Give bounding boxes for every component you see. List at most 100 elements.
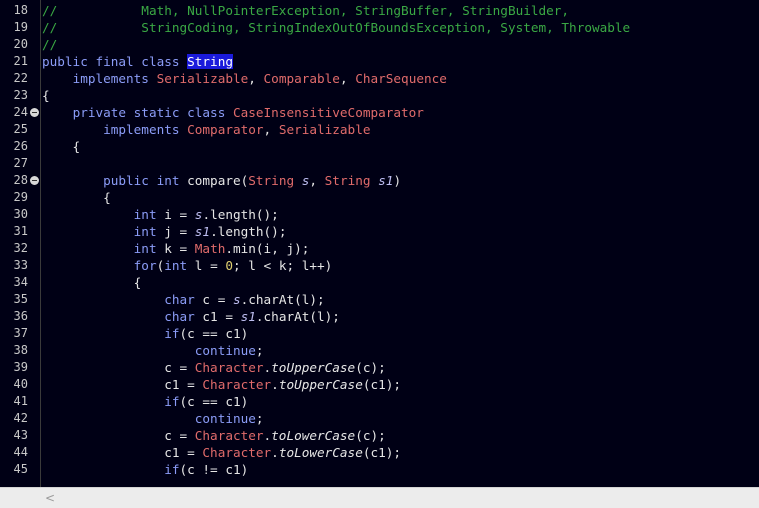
code-line[interactable]: // <box>42 36 57 53</box>
code-line[interactable]: public final class String <box>42 53 233 70</box>
code-token: Character <box>194 360 264 375</box>
code-token: char <box>164 309 203 324</box>
code-line[interactable]: char c1 = s1.charAt(l); <box>42 308 340 325</box>
code-token: .min(i, j); <box>225 241 310 256</box>
code-line[interactable]: for(int l = 0; l < k; l++) <box>42 257 333 274</box>
code-line[interactable]: { <box>42 87 50 104</box>
fold-collapse-icon[interactable] <box>30 176 39 185</box>
line-number: 22 <box>13 71 28 85</box>
code-line[interactable]: // Math, NullPointerException, StringBuf… <box>42 2 569 19</box>
code-token: implements <box>72 71 157 86</box>
code-editor[interactable]: 18 19 20 21 22 23 24 25 26 27 28 29 30 31 32 33 34 35 36 37… <box>0 0 759 487</box>
code-line[interactable]: c1 = Character.toLowerCase(c1); <box>42 444 401 461</box>
code-token: toLowerCase <box>271 428 356 443</box>
code-token: Character <box>202 377 272 392</box>
code-token: if <box>164 462 180 477</box>
code-token: k = <box>164 241 195 256</box>
code-line[interactable]: private static class CaseInsensitiveComp… <box>42 104 424 121</box>
code-line[interactable]: char c = s.charAt(l); <box>42 291 324 308</box>
code-token: if <box>164 326 180 341</box>
code-token: int <box>133 241 165 256</box>
line-number: 24 <box>13 105 28 119</box>
code-token: s <box>232 292 241 307</box>
code-line[interactable]: int k = Math.min(i, j); <box>42 240 310 257</box>
line-number: 36 <box>13 309 28 323</box>
code-line[interactable]: if(c != c1) <box>42 461 248 478</box>
code-token: char <box>164 292 203 307</box>
code-line[interactable]: public int compare(String s, String s1) <box>42 172 401 189</box>
line-number: 32 <box>13 241 28 255</box>
code-token: . <box>271 377 279 392</box>
code-token: String <box>324 173 379 188</box>
line-number-gutter: 18 19 20 21 22 23 24 25 26 27 28 29 30 31 32 33 34 35 36 37… <box>0 0 40 487</box>
code-line[interactable]: if(c == c1) <box>42 325 248 342</box>
horizontal-scrollbar[interactable]: < <box>0 487 759 508</box>
code-token: i = <box>164 207 195 222</box>
code-token: (c != c1) <box>179 462 249 477</box>
code-token: CaseInsensitiveComparator <box>232 105 424 120</box>
line-number: 26 <box>13 139 28 153</box>
code-token: c1 = <box>42 377 203 392</box>
code-token: toUpperCase <box>271 360 356 375</box>
code-token: c = <box>202 292 233 307</box>
code-token: ) <box>393 173 402 188</box>
code-token: continue <box>194 411 256 426</box>
gutter-divider <box>40 0 41 487</box>
code-line[interactable]: if(c == c1) <box>42 393 248 410</box>
code-line[interactable]: c1 = Character.toUpperCase(c1); <box>42 376 401 393</box>
code-token: c1 = <box>42 445 203 460</box>
code-token: Math <box>194 241 226 256</box>
code-token: // Math, NullPointerException, StringBuf… <box>42 3 570 18</box>
code-token: int <box>133 207 165 222</box>
line-number: 45 <box>13 462 28 476</box>
code-token: { <box>42 275 142 290</box>
code-token: c = <box>42 360 195 375</box>
code-line[interactable]: // StringCoding, StringIndexOutOfBoundsE… <box>42 19 630 36</box>
code-token: , <box>263 122 279 137</box>
code-token: Serializable <box>278 122 371 137</box>
line-number: 29 <box>13 190 28 204</box>
code-token: ; <box>255 411 264 426</box>
line-number: 38 <box>13 343 28 357</box>
code-token: // <box>42 37 58 52</box>
code-token: .charAt(l); <box>255 309 340 324</box>
line-number: 40 <box>13 377 28 391</box>
code-token: c1 = <box>202 309 241 324</box>
code-line[interactable]: int j = s1.length(); <box>42 223 287 240</box>
fold-collapse-icon[interactable] <box>30 108 39 117</box>
code-line[interactable]: implements Serializable, Comparable, Cha… <box>42 70 447 87</box>
line-number: 42 <box>13 411 28 425</box>
code-token: Character <box>194 428 264 443</box>
code-line[interactable]: { <box>42 189 111 206</box>
code-token: .length(); <box>210 224 287 239</box>
code-token: j = <box>164 224 195 239</box>
line-number: 33 <box>13 258 28 272</box>
line-number: 31 <box>13 224 28 238</box>
code-token: toLowerCase <box>278 445 363 460</box>
code-token: { <box>42 190 111 205</box>
code-line[interactable]: c = Character.toUpperCase(c); <box>42 359 386 376</box>
code-line[interactable]: { <box>42 274 142 291</box>
code-line[interactable]: c = Character.toLowerCase(c); <box>42 427 386 444</box>
code-token: s1 <box>240 309 256 324</box>
code-line[interactable]: int i = s.length(); <box>42 206 279 223</box>
line-number: 39 <box>13 360 28 374</box>
scroll-left-arrow-icon[interactable]: < <box>42 489 58 507</box>
code-token: (c == c1) <box>179 326 249 341</box>
code-token: s1 <box>194 224 211 239</box>
code-line[interactable]: implements Comparator, Serializable <box>42 121 370 138</box>
code-line[interactable]: { <box>42 138 81 155</box>
line-number: 34 <box>13 275 28 289</box>
code-line[interactable]: continue; <box>42 410 264 427</box>
code-line[interactable]: continue; <box>42 342 264 359</box>
